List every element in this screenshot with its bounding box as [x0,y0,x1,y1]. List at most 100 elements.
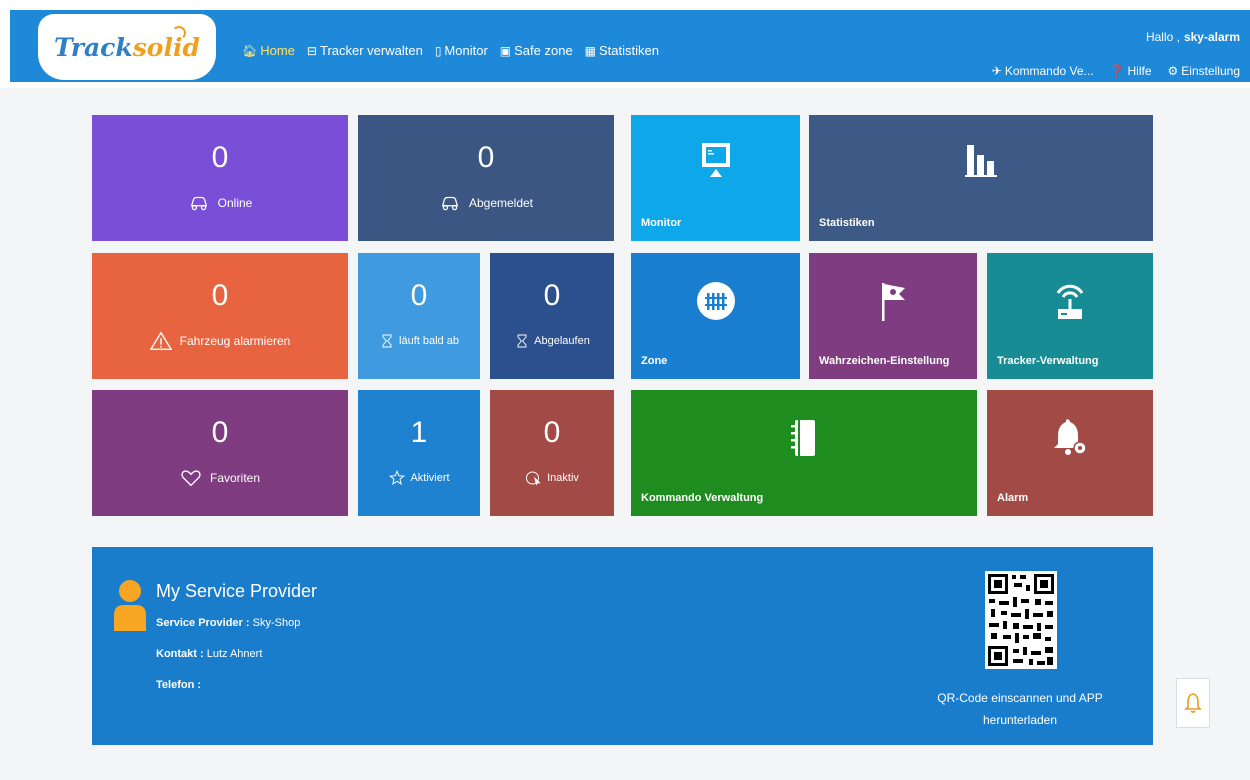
tile-monitor[interactable]: Monitor [631,115,800,241]
cursor-click-icon [526,471,541,486]
heart-icon [181,470,201,487]
logo-text-accent: solid [132,32,200,62]
abgemeldet-count: 0 [477,141,495,174]
monitor-tile-label: Monitor [641,217,682,229]
favoriten-label: Favoriten [209,471,261,485]
signal-arc-icon [172,26,186,40]
top-navbar: Tracksolid 🏠︎ Home ⊟ Tracker verwalten ▯ Mo… [10,10,1250,82]
abgelaufen-label: Abgelaufen [534,335,590,347]
tracksolid-logo[interactable]: Tracksolid [38,14,216,80]
phone-label: Telefon : [156,679,202,691]
warning-icon [149,331,172,350]
aktiviert-count: 1 [410,416,428,449]
fence-zone-icon [696,282,735,320]
abgemeldet-label: Abgemeldet [468,196,534,210]
contact-line: Kontakt : Lutz Ahnert [156,648,262,660]
bell-gear-icon [1054,419,1087,455]
home-icon: 🏠︎ [242,43,258,58]
header: Tracksolid 🏠︎ Home ⊟ Tracker verwalten ▯ Mo… [0,0,1250,88]
safezone-icon: ▣ [499,43,512,58]
kommando-tile-label: Kommando Verwaltung [641,492,764,504]
contact-value: Lutz Ahnert [206,648,263,660]
qr-caption-line-2: herunterladen [982,713,1058,727]
statistiken-tile-label: Statistiken [819,217,875,229]
router-icon [1056,284,1084,319]
send-icon: ✈ [991,64,1002,78]
notification-bell-button[interactable] [1176,678,1210,728]
qr-caption: QR-Code einscannen und APP herunterladen [920,687,1120,731]
tile-tracker-verwaltung[interactable]: Tracker-Verwaltung [987,253,1153,379]
username[interactable]: sky-alarm [1184,30,1240,44]
help-icon: ❓ [1109,64,1125,78]
nav-statistiken-label: Statistiken [599,43,659,58]
badge-star-icon [389,469,406,486]
tile-alarm[interactable]: Alarm [987,390,1153,516]
tile-abgelaufen[interactable]: 0 Abgelaufen [490,253,614,379]
tile-aktiviert[interactable]: 1 Aktiviert [358,390,480,516]
tile-statistiken[interactable]: Statistiken [809,115,1153,241]
nav-monitor[interactable]: ▯ Monitor [435,43,488,58]
tracker-verwaltung-tile-label: Tracker-Verwaltung [997,355,1099,367]
nav-safezone-label: Safe zone [514,43,573,58]
laeuft-label: läuft bald ab [399,335,459,347]
online-label: Online [217,196,253,210]
online-count: 0 [211,141,229,174]
einstellung-link[interactable]: ⚙ Einstellung [1168,64,1240,78]
notebook-icon [791,420,815,456]
tracker-icon: ⊟ [306,43,317,58]
aktiviert-label: Aktiviert [410,472,450,484]
abgelaufen-count: 0 [543,279,561,312]
monitor-screen-icon [701,143,730,177]
map-icon: ▯ [434,43,442,58]
nav-monitor-label: Monitor [444,43,488,58]
car-icon [190,196,207,211]
tile-kommando-verwaltung[interactable]: Kommando Verwaltung [631,390,977,516]
service-provider-line: Service Provider : Sky-Shop [156,617,300,629]
nav-statistiken[interactable]: ▦ Statistiken [585,43,659,58]
nav-home[interactable]: 🏠︎ Home [242,43,295,58]
greeting-text: Hallo , [1145,30,1180,44]
main-nav: 🏠︎ Home ⊟ Tracker verwalten ▯ Monitor ▣ Safe… [242,43,659,58]
alarm-tile-label: Alarm [997,492,1029,504]
table-icon: ▦ [584,43,597,58]
provider-value: Sky-Shop [252,617,301,629]
user-greeting: Hallo , sky-alarm [1146,30,1240,44]
fahrzeug-label: Fahrzeug alarmieren [179,334,291,348]
hourglass-icon [382,334,392,348]
gear-icon: ⚙ [1167,64,1179,78]
wahrzeichen-tile-label: Wahrzeichen-Einstellung [819,355,950,367]
nav-home-label: Home [260,43,295,58]
provider-label: Service Provider : [156,617,250,629]
nav-safe-zone[interactable]: ▣ Safe zone [500,43,573,58]
tile-fahrzeug-alarmieren[interactable]: 0 Fahrzeug alarmieren [92,253,348,379]
kommando-link-label: Kommando Ve... [1004,64,1094,78]
tile-wahrzeichen[interactable]: Wahrzeichen-Einstellung [809,253,977,379]
tile-favoriten[interactable]: 0 Favoriten [92,390,348,516]
nav-tracker-label: Tracker verwalten [319,43,423,58]
service-provider-panel: My Service Provider Service Provider : S… [92,547,1153,745]
qr-caption-line-1: QR-Code einscannen und APP [937,691,1103,705]
bell-icon [1184,693,1202,713]
kommando-link[interactable]: ✈ Kommando Ve... [992,64,1094,78]
person-avatar-icon [114,580,146,631]
inaktiv-label: Inaktiv [547,472,579,484]
hilfe-link-label: Hilfe [1127,64,1152,78]
car-icon [441,196,459,211]
tile-zone[interactable]: Zone [631,253,800,379]
tile-inaktiv[interactable]: 0 Inaktiv [490,390,614,516]
flag-icon [882,283,905,321]
user-links: ✈ Kommando Ve... ❓ Hilfe ⚙ Einstellung [992,64,1240,78]
tile-abgemeldet[interactable]: 0 Abgemeldet [358,115,614,241]
zone-tile-label: Zone [641,355,668,367]
logo-text-main: Track [54,32,133,62]
einstellung-link-label: Einstellung [1181,64,1240,78]
inaktiv-count: 0 [543,416,561,449]
tile-laeuft-bald-ab[interactable]: 0 läuft bald ab [358,253,480,379]
hourglass-icon [517,334,527,348]
bar-chart-icon [965,145,997,177]
tile-online[interactable]: 0 Online [92,115,348,241]
laeuft-count: 0 [410,279,428,312]
nav-tracker-verwalten[interactable]: ⊟ Tracker verwalten [307,43,423,58]
service-provider-title: My Service Provider [156,581,318,601]
hilfe-link[interactable]: ❓ Hilfe [1110,64,1152,78]
